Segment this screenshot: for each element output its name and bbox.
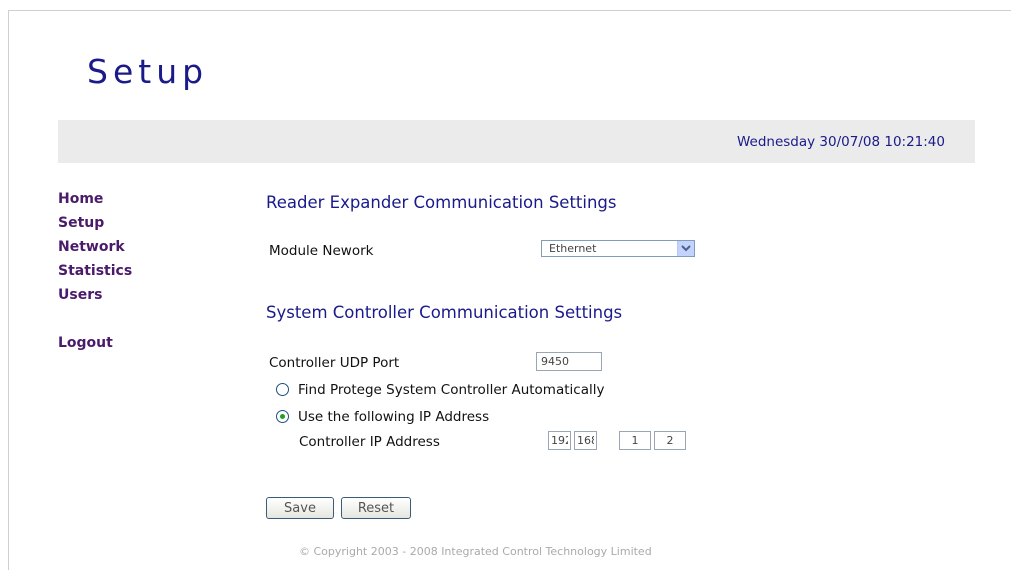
copyright-footer: © Copyright 2003 - 2008 Integrated Contr… (299, 545, 652, 558)
controller-ip-label: Controller IP Address (299, 434, 440, 450)
radio-find-automatically-label: Find Protege System Controller Automatic… (298, 382, 605, 398)
ip-octet-2-input[interactable] (574, 431, 597, 450)
date-bar: Wednesday 30/07/08 10:21:40 (58, 120, 975, 163)
nav-link-statistics[interactable]: Statistics (58, 263, 132, 287)
udp-port-label: Controller UDP Port (269, 355, 400, 371)
nav-link-setup[interactable]: Setup (58, 215, 132, 239)
module-network-select[interactable]: Ethernet (541, 240, 695, 257)
side-nav: Home Setup Network Statistics Users Logo… (58, 191, 132, 359)
nav-link-users[interactable]: Users (58, 287, 132, 311)
nav-link-network[interactable]: Network (58, 239, 132, 263)
page-frame (8, 10, 1011, 570)
module-network-label: Module Nework (269, 243, 374, 259)
nav-link-logout[interactable]: Logout (58, 335, 132, 359)
datetime-display: Wednesday 30/07/08 10:21:40 (736, 134, 945, 150)
radio-use-ip-address-label: Use the following IP Address (298, 409, 490, 425)
controller-section-heading: System Controller Communication Settings (266, 303, 623, 322)
save-button[interactable]: Save (266, 497, 334, 519)
ip-octet-4-input[interactable] (654, 431, 686, 450)
radio-find-automatically[interactable] (276, 383, 289, 396)
radio-use-ip-address[interactable] (276, 410, 289, 423)
udp-port-input[interactable] (536, 352, 602, 371)
reset-button[interactable]: Reset (341, 497, 411, 519)
reader-section-heading: Reader Expander Communication Settings (266, 193, 617, 212)
chevron-down-icon[interactable] (677, 241, 694, 256)
nav-link-home[interactable]: Home (58, 191, 132, 215)
module-network-value: Ethernet (549, 242, 597, 255)
ip-octet-1-input[interactable] (548, 431, 571, 450)
page-title: Setup (87, 52, 209, 91)
ip-octet-3-input[interactable] (619, 431, 651, 450)
